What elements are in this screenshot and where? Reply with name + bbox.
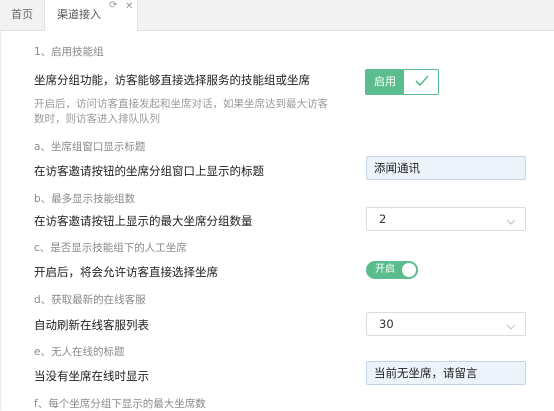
close-icon[interactable]: ✕ (125, 0, 133, 22)
check-icon (414, 73, 430, 93)
section-c-label: 开启后，将会允许访客直接选择坐席 (34, 265, 218, 279)
enable-skill-group-button[interactable]: 启用 (365, 69, 439, 95)
tab-channel-access[interactable]: 渠道接入 ⟳ ✕ (44, 0, 138, 31)
refresh-icon[interactable]: ⟳ (109, 0, 117, 21)
max-groups-select[interactable]: 2 (366, 207, 526, 231)
tab-bar: 首页 渠道接入 ⟳ ✕ (0, 0, 554, 31)
section-1-label: 坐席分组功能，访客能够直接选择服务的技能组或坐席 (34, 73, 310, 87)
section-d-label: 自动刷新在线客服列表 (34, 318, 149, 332)
tab-home-label: 首页 (11, 8, 33, 21)
section-1-title: 1、启用技能组 (34, 46, 104, 58)
refresh-interval-value: 30 (379, 317, 394, 331)
refresh-interval-select[interactable]: 30 (366, 312, 526, 336)
enable-label: 启用 (366, 70, 404, 94)
content-left-border (0, 31, 1, 410)
toggle-knob (402, 263, 416, 277)
section-e-label: 当没有坐席在线时显示 (34, 369, 149, 383)
section-e-title: e、无人在线的标题 (34, 346, 125, 358)
section-f-title: f、每个坐席分组下显示的最大坐席数 (34, 398, 206, 410)
section-1-description: 开启后，访问访客直接发起和坐席对话，如果坐席达到最大访客数时，则访客进入排队队列 (34, 98, 328, 125)
no-agent-title-input[interactable]: 当前无坐席，请留言 (366, 361, 526, 385)
tab-home[interactable]: 首页 (0, 0, 44, 30)
toggle-label: 开启 (375, 264, 395, 275)
show-agents-toggle[interactable]: 开启 (366, 261, 418, 279)
chevron-down-icon (505, 213, 517, 235)
tab-channel-access-label: 渠道接入 (57, 8, 101, 21)
section-a-title: a、坐席组窗口显示标题 (34, 141, 146, 153)
chevron-down-icon (505, 318, 517, 340)
window-title-input[interactable]: 添闻通讯 (366, 156, 526, 180)
max-groups-value: 2 (379, 212, 387, 226)
section-d-title: d、获取最新的在线客服 (34, 294, 146, 306)
section-b-label: 在访客邀请按钮上显示的最大坐席分组数量 (34, 214, 253, 228)
section-a-label: 在访客邀请按钮的坐席分组窗口上显示的标题 (34, 164, 264, 178)
section-c-title: c、是否显示技能组下的人工坐席 (34, 242, 187, 254)
section-b-title: b、最多显示技能组数 (34, 193, 136, 205)
